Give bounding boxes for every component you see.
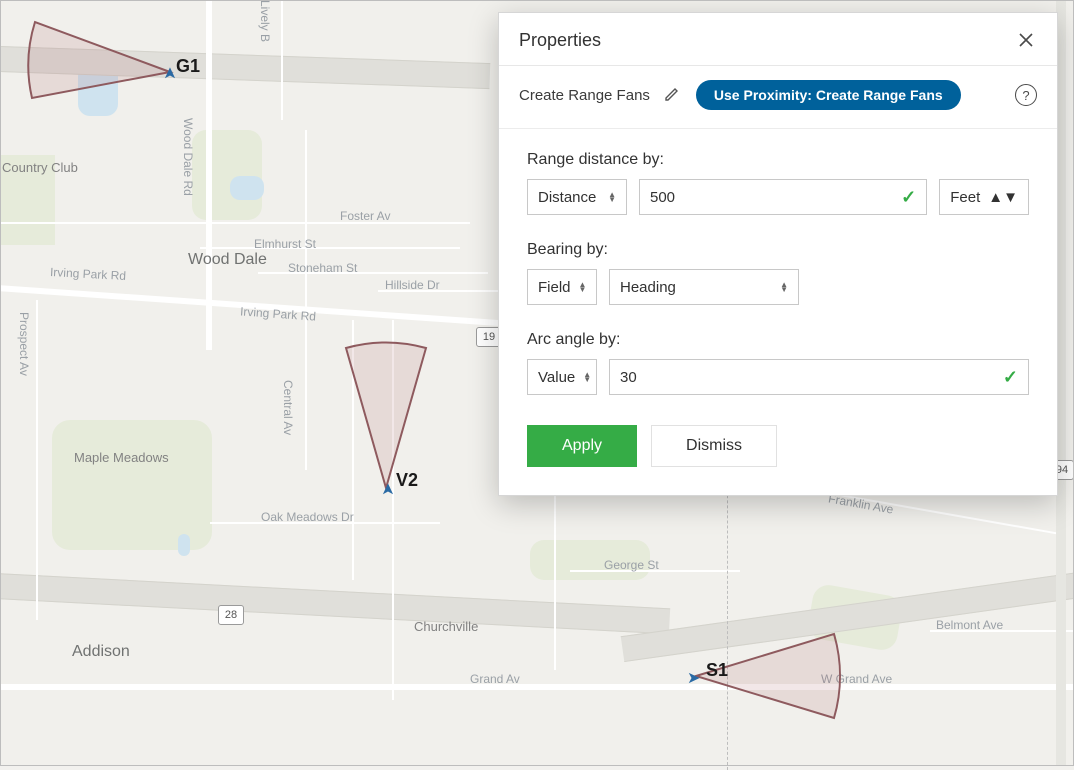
water: [230, 176, 264, 200]
panel-body: Range distance by: Distance ▲▼ 500 ✓ Fee…: [499, 129, 1057, 495]
range-value-input[interactable]: 500 ✓: [639, 179, 927, 215]
freeway: [0, 45, 490, 89]
vehicle-label: S1: [706, 660, 728, 681]
help-button[interactable]: ?: [1015, 84, 1037, 106]
help-icon: ?: [1022, 88, 1029, 103]
place-label: Wood Dale: [188, 251, 267, 269]
arc-mode-value: Value: [538, 369, 575, 386]
range-unit-select[interactable]: Feet ▲▼: [939, 179, 1029, 215]
road: [392, 320, 394, 700]
freeway: [621, 564, 1074, 662]
place-label: Maple Meadows: [74, 450, 164, 465]
apply-button[interactable]: Apply: [527, 425, 637, 467]
road: [36, 300, 38, 620]
road-label: Central Av: [281, 380, 295, 435]
range-unit-value: Feet: [950, 189, 980, 206]
section-label-bearing: Bearing by:: [527, 241, 1029, 259]
road-label: Stoneham St: [288, 261, 357, 275]
range-row: Distance ▲▼ 500 ✓ Feet ▲▼: [527, 179, 1029, 215]
road-label: Oak Meadows Dr: [261, 510, 354, 524]
updown-icon: ▲▼: [988, 189, 1018, 206]
button-row: Apply Dismiss: [527, 425, 1029, 467]
vehicle-marker: ➤: [160, 64, 176, 80]
place-label: Churchville: [414, 619, 478, 634]
road: [0, 684, 1074, 690]
water: [178, 534, 190, 556]
road-label: Belmont Ave: [936, 618, 1003, 632]
vehicle-label: G1: [176, 56, 200, 77]
bearing-field-value: Heading: [620, 279, 676, 296]
place-label: Addison: [72, 643, 130, 661]
updown-icon: ▲▼: [608, 192, 616, 202]
dismiss-button[interactable]: Dismiss: [651, 425, 777, 467]
road-label: Elmhurst St: [254, 237, 316, 251]
edit-icon[interactable]: [664, 86, 682, 104]
updown-icon: ▲▼: [780, 282, 788, 292]
boundary: [727, 450, 729, 770]
road-label: Foster Av: [340, 209, 390, 223]
road-label: Irving Park Rd: [50, 265, 127, 283]
close-icon: [1019, 33, 1033, 47]
vehicle-marker: ➤: [687, 668, 703, 684]
panel-subheader: Create Range Fans Use Proximity: Create …: [499, 66, 1057, 129]
road: [281, 0, 283, 120]
road-label: Lively B: [258, 0, 272, 42]
arc-value-input[interactable]: 30 ✓: [609, 359, 1029, 395]
vehicle-label: V2: [396, 470, 418, 491]
arc-mode-select[interactable]: Value ▲▼: [527, 359, 597, 395]
proximity-pill-button[interactable]: Use Proximity: Create Range Fans: [696, 80, 961, 110]
section-label-range: Range distance by:: [527, 151, 1029, 169]
range-mode-value: Distance: [538, 189, 596, 206]
bearing-field-select[interactable]: Heading ▲▼: [609, 269, 799, 305]
road-label: Prospect Av: [17, 312, 31, 376]
panel-title: Properties: [519, 30, 601, 51]
road-label: George St: [604, 558, 659, 572]
route-shield: 28: [218, 605, 244, 625]
place-label: Country Club: [2, 160, 62, 175]
road-label: Wood Dale Rd: [181, 118, 195, 196]
road-label: W Grand Ave: [821, 672, 892, 686]
bearing-row: Field ▲▼ Heading ▲▼: [527, 269, 1029, 305]
road: [200, 247, 460, 249]
arc-value: 30: [620, 369, 993, 386]
properties-panel: Properties Create Range Fans Use Proximi…: [498, 12, 1058, 496]
road: [352, 320, 354, 580]
check-icon: ✓: [993, 367, 1018, 388]
freeway: [0, 572, 670, 635]
bearing-mode-select[interactable]: Field ▲▼: [527, 269, 597, 305]
road: [305, 130, 307, 470]
section-label-arc: Arc angle by:: [527, 331, 1029, 349]
road-label: Grand Av: [470, 672, 520, 686]
updown-icon: ▲▼: [583, 372, 591, 382]
range-value: 500: [650, 189, 891, 206]
close-button[interactable]: [1015, 29, 1037, 51]
park: [192, 130, 262, 220]
road: [0, 222, 470, 224]
road: [206, 0, 212, 350]
mode-label: Create Range Fans: [519, 87, 650, 104]
park: [52, 420, 212, 550]
arc-row: Value ▲▼ 30 ✓: [527, 359, 1029, 395]
check-icon: ✓: [891, 187, 916, 208]
updown-icon: ▲▼: [579, 282, 587, 292]
vehicle-marker: ➤: [378, 480, 394, 496]
range-fan: [326, 338, 446, 498]
bearing-mode-value: Field: [538, 279, 571, 296]
panel-header: Properties: [499, 13, 1057, 66]
range-mode-select[interactable]: Distance ▲▼: [527, 179, 627, 215]
road-label: Hillside Dr: [385, 278, 440, 292]
